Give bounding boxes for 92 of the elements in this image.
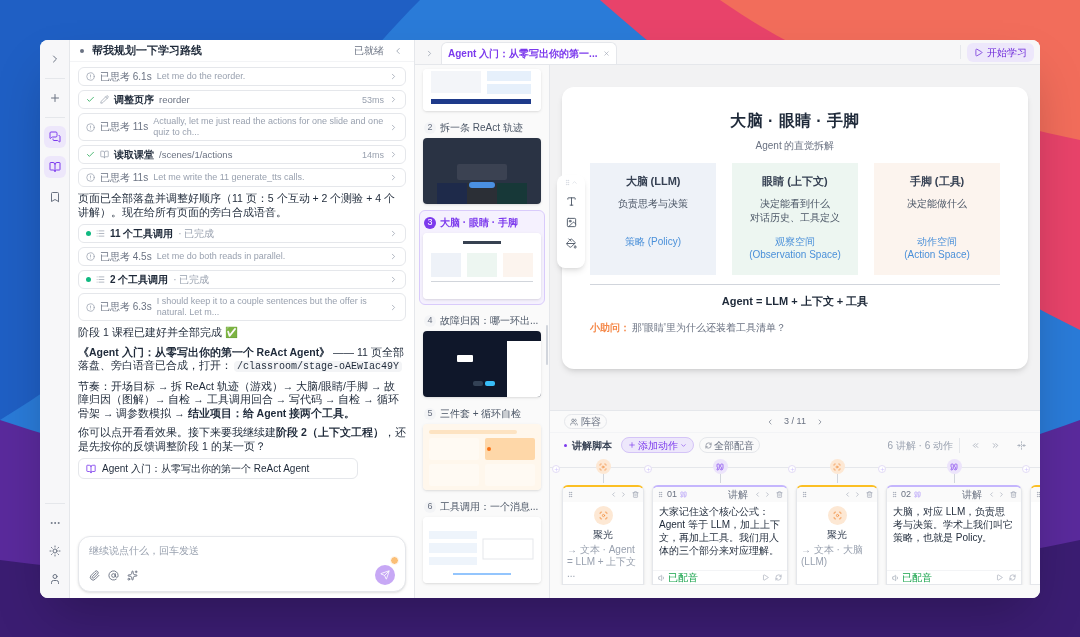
message-field[interactable]: 继续说点什么，回车发送 <box>89 543 395 558</box>
message-input[interactable]: 继续说点什么，回车发送 <box>78 536 406 592</box>
tool-group-title: 2 个工具调用 <box>110 273 169 286</box>
message-text: 页面已全部落盘并调整好顺序（11 页：5 个互动 + 2 个测验 + 4 个讲解）。现在给所有页面的旁白合成语音。 <box>78 192 397 219</box>
voice-status: 已配音 <box>902 571 932 584</box>
card-type: 讲解 <box>962 488 982 502</box>
script-title: 讲解脚本 <box>572 438 612 453</box>
slide-list-item[interactable]: 4 故障归因：哪一环出... <box>419 310 545 398</box>
concept-term: (Action Space) <box>904 247 970 261</box>
question-text: 那'眼睛'里为什么还装着工具清单？ <box>632 320 786 335</box>
message-text: 《Agent 入门：从零写出你的第一个 ReAct Agent》 —— 11 页全部落盘、旁白语音已合成，打开： /classroom/stage-oAEwIac49Y <box>78 345 405 374</box>
action-label: 聚光 <box>593 528 613 542</box>
tool-group-status: · 已完成 <box>173 273 210 286</box>
thought-row[interactable]: 已思考 11s Actually, let me just read the actions for one slide and one quiz to ch... <box>78 113 406 141</box>
page-indicator: 3 / 11 <box>784 414 806 428</box>
concept-title: 手脚 (工具) <box>909 174 965 189</box>
question-label: 小助问： <box>590 320 630 335</box>
tool-duration: 14ms <box>362 148 384 161</box>
start-learning-button[interactable]: 开始学习 <box>967 42 1034 62</box>
concept-term: (Observation Space) <box>749 247 841 261</box>
thought-label: 已思考 11s <box>100 171 149 184</box>
document-tab[interactable]: Agent 入门：从零写出你的第一... <box>441 42 618 64</box>
tool-group-title: 11 个工具调用 <box>110 227 174 240</box>
slide-number: 3 <box>424 216 436 229</box>
concept-description: 负责思考与决策 <box>618 196 688 211</box>
concept-description: 决定能做什么 <box>907 196 967 211</box>
thought-label: 已思考 4.5s <box>100 250 152 263</box>
tool-call-row[interactable]: 读取课堂 /scenes/1/actions 14ms <box>78 145 406 164</box>
action-label: 聚光 <box>827 528 847 542</box>
speech-card[interactable]: 01 讲解 大家记住这个核心公式：Agent 等于 LLM，加上上下文，再加上工具。我们用人体的三个部分来对应理解。 已配音 <box>652 485 788 585</box>
slide-number: 4 <box>424 314 436 327</box>
thought-detail: Let me do both reads in parallel. <box>156 251 287 262</box>
concept-title: 大脑 (LLM) <box>625 174 681 189</box>
action-target: → 文本 · Agent = LLM + 上下文 ... <box>567 544 638 580</box>
tool-call-row[interactable]: 调整页序 reorder 53ms <box>78 90 406 109</box>
action-target: → 文本 · 大脑 (LLM) <box>801 544 864 568</box>
tab-label[interactable]: Agent 入门：从零写出你的第一... <box>448 46 598 61</box>
speech-card[interactable]: 02 讲解 大脑，对应 LLM，负责思考与决策。学术上我们叫它策略，也就是 Policy。 已配音 <box>886 485 1022 585</box>
slide-title: 拆一条 ReAct 轨迹 <box>440 121 523 134</box>
tool-duration: 53ms <box>362 93 384 106</box>
card-number: 01 <box>667 487 677 501</box>
speech-text: 大家记住这个核心公式：Agent 等于 LLM，加上上下文，再加上工具。我们用人体的三个部分来对应理解。 <box>658 505 782 558</box>
thought-detail: Let me do the reorder. <box>156 71 247 82</box>
concept-description: 对话历史、工具定义 <box>750 210 840 225</box>
slide-list-item[interactable]: 5 三件套 + 循环自检 <box>419 403 545 491</box>
thought-detail: Let me write the 11 generate_tts calls. <box>153 172 306 183</box>
thought-label: 已思考 6.3s <box>100 301 152 313</box>
voice-status: 已配音 <box>668 571 698 584</box>
card-number: 02 <box>901 487 911 501</box>
slide-list-item[interactable]: 3 大脑 · 眼睛 · 手脚 <box>419 210 545 305</box>
thought-row[interactable]: 已思考 11s Let me write the 11 generate_tts calls. <box>78 168 406 187</box>
tool-detail: reorder <box>159 93 190 106</box>
slide-title: 故障归因：哪一环出... <box>440 314 539 327</box>
formula-text: Agent = LLM + 上下文 + 工具 <box>721 294 869 309</box>
add-action-button[interactable]: 添加动作 <box>621 437 694 453</box>
slide-subtitle: Agent 的直觉拆解 <box>755 139 835 153</box>
thought-label: 已思考 11s <box>100 121 149 133</box>
tool-group-row[interactable]: 2 个工具调用 · 已完成 <box>78 270 406 289</box>
focus-action-card[interactable]: 聚光 → 文本 · 大脑 (LLM) <box>796 485 878 585</box>
tool-group-row[interactable]: 11 个工具调用 · 已完成 <box>78 224 406 243</box>
concept-term: 动作空间 <box>917 234 957 248</box>
tool-name: 读取课堂 <box>114 148 154 161</box>
concept-title: 眼睛 (上下文) <box>762 174 828 189</box>
slide-list-item[interactable]: 2 拆一条 ReAct 轨迹 <box>419 117 545 205</box>
concept-description: 决定能看到什么 <box>760 196 830 211</box>
slide-number: 2 <box>424 121 436 134</box>
slide-number: 5 <box>424 407 436 420</box>
concept-term: 策略 (Policy) <box>624 234 682 248</box>
slide-title: 大脑 · 眼睛 · 手脚 <box>730 111 860 131</box>
tool-name: 调整页序 <box>114 93 154 106</box>
slide-title: 三件套 + 循环自检 <box>440 407 522 420</box>
thought-row[interactable]: 已思考 4.5s Let me do both reads in parallel. <box>78 247 406 266</box>
thought-label: 已思考 6.1s <box>100 70 152 83</box>
message-text: 节奏：开场目标 → 拆 ReAct 轨迹（游戏）→ 大脑/眼睛/手脚 → 故障归因（图解）→ 自检 → 工具调用回合 → 写代码 → 自检 → 循环骨架 → 调参数模拟 → 结业项目：给 Agent 接两个工具。 <box>78 379 400 420</box>
slide-number: 6 <box>424 500 436 513</box>
chat-title: 帮我规划一下学习路线 <box>92 42 202 58</box>
chat-status: 已就绪 <box>354 44 384 58</box>
slide-title: 工具调用：一个消息... <box>440 500 539 513</box>
message-text: 阶段 1 课程已建好并全部完成 ✅ <box>78 326 239 340</box>
script-counts: 6 讲解 · 6 动作 <box>887 437 960 453</box>
card-type: 讲解 <box>728 488 748 502</box>
tool-detail: /scenes/1/actions <box>159 148 233 161</box>
concept-term: 观察空间 <box>775 234 815 248</box>
thought-detail: Actually, let me just read the actions for one slide and one quiz to ch... <box>153 116 384 138</box>
slide-list-item[interactable]: 6 工具调用：一个消息... <box>419 496 545 584</box>
speech-text: 大脑，对应 LLM，负责思考与决策。学术上我们叫它策略，也就是 Policy。 <box>892 505 1014 545</box>
course-link-card[interactable]: Agent 入门：从零写出你的第一个 ReAct Agent <box>78 458 358 479</box>
message-text: 你可以点开看看效果。接下来要我继续建阶段 2（上下文工程），还是先按你的反馈调整阶段 1 的某一页？ <box>78 426 406 453</box>
thought-row[interactable]: 已思考 6.1s Let me do the reorder. <box>78 67 406 86</box>
slide-title: 大脑 · 眼睛 · 手脚 <box>440 216 518 229</box>
tool-group-status: · 已完成 <box>178 227 215 240</box>
focus-action-card[interactable]: 聚光 → 文本 · Agent = LLM + 上下文 ... <box>562 485 644 585</box>
